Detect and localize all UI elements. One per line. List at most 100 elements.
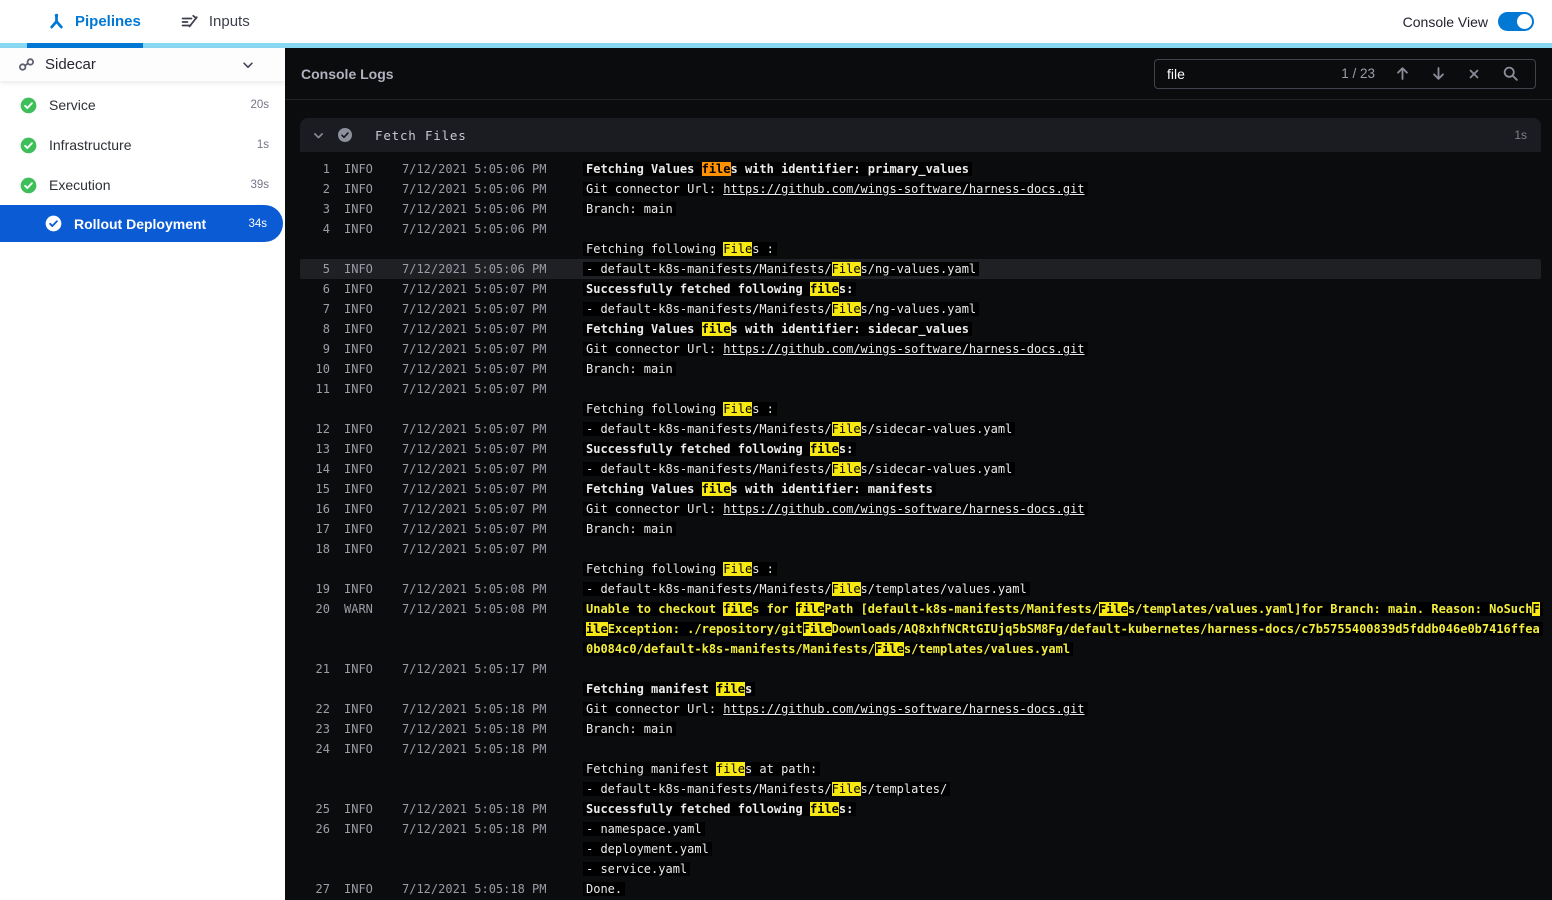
- log-link[interactable]: https://github.com/wings-software/harnes…: [723, 702, 1084, 716]
- log-message: [586, 379, 1541, 399]
- log-row[interactable]: 7 INFO 7/12/2021 5:05:07 PM - default-k8s-m…: [300, 299, 1541, 319]
- log-row[interactable]: 27 INFO 7/12/2021 5:05:18 PM Done.: [300, 879, 1541, 899]
- log-scroll-area[interactable]: Fetch Files 1s 1 INFO 7/12/2021 5:05:06 PM…: [285, 100, 1552, 900]
- search-match: file: [809, 442, 839, 456]
- search-input[interactable]: [1167, 65, 1332, 82]
- log-row[interactable]: 21 INFO 7/12/2021 5:05:17 PM: [300, 659, 1541, 679]
- log-row[interactable]: 6 INFO 7/12/2021 5:05:07 PM Successfully fe…: [300, 279, 1541, 299]
- log-message: Branch: main: [583, 359, 1541, 379]
- section-duration: 1s: [1514, 128, 1527, 142]
- inputs-icon: [181, 14, 199, 30]
- log-row[interactable]: 23 INFO 7/12/2021 5:05:18 PM Branch: main: [300, 719, 1541, 739]
- log-row[interactable]: 1 INFO 7/12/2021 5:05:06 PM Fetching Values…: [300, 159, 1541, 179]
- log-line-number: 7: [322, 302, 330, 316]
- log-timestamp: 7/12/2021 5:05:18 PM: [402, 742, 547, 756]
- log-message: Fetching manifest files: [583, 679, 1541, 699]
- log-row[interactable]: 16 INFO 7/12/2021 5:05:07 PM Git connector …: [300, 499, 1541, 519]
- log-search-box[interactable]: 1 / 23: [1154, 58, 1536, 89]
- stage-list: Service 20s Infrastructure 1s Execution 39s Ro…: [0, 81, 285, 242]
- log-row[interactable]: Fetching manifest files at path:: [300, 759, 1541, 779]
- pipeline-sidebar: Sidecar Service 20s Infrastructure 1s Execut…: [0, 48, 285, 900]
- previous-match-button[interactable]: [1389, 61, 1415, 87]
- log-row[interactable]: Fetching manifest files: [300, 679, 1541, 699]
- log-row[interactable]: 8 INFO 7/12/2021 5:05:07 PM Fetching Values…: [300, 319, 1541, 339]
- console-title: Console Logs: [301, 65, 394, 82]
- sidebar-stage-service[interactable]: Service 20s: [0, 85, 285, 125]
- log-timestamp: 7/12/2021 5:05:06 PM: [402, 262, 547, 276]
- log-row[interactable]: 5 INFO 7/12/2021 5:05:06 PM - default-k8s-m…: [300, 259, 1541, 279]
- next-match-button[interactable]: [1425, 61, 1451, 87]
- log-line-number: 9: [322, 342, 330, 356]
- console-view-toggle[interactable]: [1498, 12, 1534, 31]
- log-message: - default-k8s-manifests/Manifests/Files/…: [583, 299, 1541, 319]
- log-line-number: 21: [315, 662, 330, 676]
- log-timestamp: 7/12/2021 5:05:07 PM: [402, 522, 547, 536]
- log-line-number: 3: [322, 202, 330, 216]
- log-row[interactable]: - default-k8s-manifests/Manifests/Files/…: [300, 779, 1541, 799]
- search-match: File: [831, 302, 861, 316]
- log-message: Git connector Url: https://github.com/wi…: [583, 179, 1541, 199]
- log-message: Branch: main: [583, 199, 1541, 219]
- chevron-down-icon[interactable]: [241, 58, 255, 72]
- log-row[interactable]: 14 INFO 7/12/2021 5:05:07 PM - default-k8s-…: [300, 459, 1541, 479]
- log-message: - default-k8s-manifests/Manifests/Files/…: [583, 459, 1541, 479]
- log-timestamp: 7/12/2021 5:05:18 PM: [402, 882, 547, 896]
- log-row[interactable]: - deployment.yaml: [300, 839, 1541, 859]
- sidebar-stage-infrastructure[interactable]: Infrastructure 1s: [0, 125, 285, 165]
- log-timestamp: [402, 859, 572, 879]
- log-line-number: [300, 239, 330, 259]
- log-row[interactable]: 24 INFO 7/12/2021 5:05:18 PM: [300, 739, 1541, 759]
- log-line-number: 22: [315, 702, 330, 716]
- log-section-header[interactable]: Fetch Files 1s: [300, 118, 1541, 152]
- log-level: INFO: [344, 342, 373, 356]
- log-row[interactable]: 25 INFO 7/12/2021 5:05:18 PM Successfully f…: [300, 799, 1541, 819]
- tab-pipelines-label: Pipelines: [75, 13, 141, 30]
- clear-search-button[interactable]: [1461, 61, 1487, 87]
- log-link[interactable]: https://github.com/wings-software/harnes…: [723, 182, 1084, 196]
- log-link[interactable]: https://github.com/wings-software/harnes…: [723, 342, 1084, 356]
- log-line-number: [300, 779, 330, 799]
- collapse-chevron-icon[interactable]: [312, 129, 325, 142]
- log-row[interactable]: 19 INFO 7/12/2021 5:05:08 PM - default-k8s-…: [300, 579, 1541, 599]
- search-icon[interactable]: [1497, 61, 1523, 87]
- log-level: [344, 399, 388, 419]
- sidebar-stage-execution[interactable]: Execution 39s: [0, 165, 285, 205]
- status-success-icon: [20, 137, 37, 154]
- log-message: Git connector Url: https://github.com/wi…: [583, 699, 1541, 719]
- tab-pipelines[interactable]: Pipelines: [48, 13, 141, 30]
- log-row[interactable]: 17 INFO 7/12/2021 5:05:07 PM Branch: main: [300, 519, 1541, 539]
- log-line-number: 23: [315, 722, 330, 736]
- log-message: Branch: main: [583, 719, 1541, 739]
- log-row[interactable]: 20 WARN 7/12/2021 5:05:08 PM Unable to chec…: [300, 599, 1543, 659]
- log-row[interactable]: Fetching following Files :: [300, 399, 1541, 419]
- pipeline-header[interactable]: Sidecar: [0, 48, 285, 81]
- log-row[interactable]: 11 INFO 7/12/2021 5:05:07 PM: [300, 379, 1541, 399]
- log-level: [344, 679, 388, 699]
- log-link[interactable]: https://github.com/wings-software/harnes…: [723, 502, 1084, 516]
- log-row[interactable]: 18 INFO 7/12/2021 5:05:07 PM: [300, 539, 1541, 559]
- log-row[interactable]: 15 INFO 7/12/2021 5:05:07 PM Fetching Value…: [300, 479, 1541, 499]
- tab-inputs[interactable]: Inputs: [181, 13, 250, 30]
- log-level: INFO: [344, 882, 373, 896]
- log-row[interactable]: 2 INFO 7/12/2021 5:05:06 PM Git connector U…: [300, 179, 1541, 199]
- log-row[interactable]: 3 INFO 7/12/2021 5:05:06 PM Branch: main: [300, 199, 1541, 219]
- log-row[interactable]: 26 INFO 7/12/2021 5:05:18 PM - namespace.ya…: [300, 819, 1541, 839]
- search-match: File: [723, 242, 753, 256]
- log-row[interactable]: 12 INFO 7/12/2021 5:05:07 PM - default-k8s-…: [300, 419, 1541, 439]
- log-timestamp: 7/12/2021 5:05:07 PM: [402, 422, 547, 436]
- log-row[interactable]: 13 INFO 7/12/2021 5:05:07 PM Successfully f…: [300, 439, 1541, 459]
- log-level: [344, 759, 388, 779]
- log-timestamp: 7/12/2021 5:05:18 PM: [402, 702, 547, 716]
- log-row[interactable]: 9 INFO 7/12/2021 5:05:07 PM Git connector U…: [300, 339, 1541, 359]
- log-row[interactable]: - service.yaml: [300, 859, 1541, 879]
- log-row[interactable]: 22 INFO 7/12/2021 5:05:18 PM Git connector …: [300, 699, 1541, 719]
- log-message: Fetching Values files with identifier: m…: [583, 479, 1541, 499]
- log-message: - namespace.yaml: [583, 819, 1541, 839]
- sidebar-stage-rollout-deployment[interactable]: Rollout Deployment 34s: [0, 205, 283, 242]
- log-row[interactable]: Fetching following Files :: [300, 239, 1541, 259]
- log-level: WARN: [344, 602, 373, 616]
- log-row[interactable]: 10 INFO 7/12/2021 5:05:07 PM Branch: main: [300, 359, 1541, 379]
- log-row[interactable]: Fetching following Files :: [300, 559, 1541, 579]
- log-row[interactable]: 4 INFO 7/12/2021 5:05:06 PM: [300, 219, 1541, 239]
- log-timestamp: [402, 839, 572, 859]
